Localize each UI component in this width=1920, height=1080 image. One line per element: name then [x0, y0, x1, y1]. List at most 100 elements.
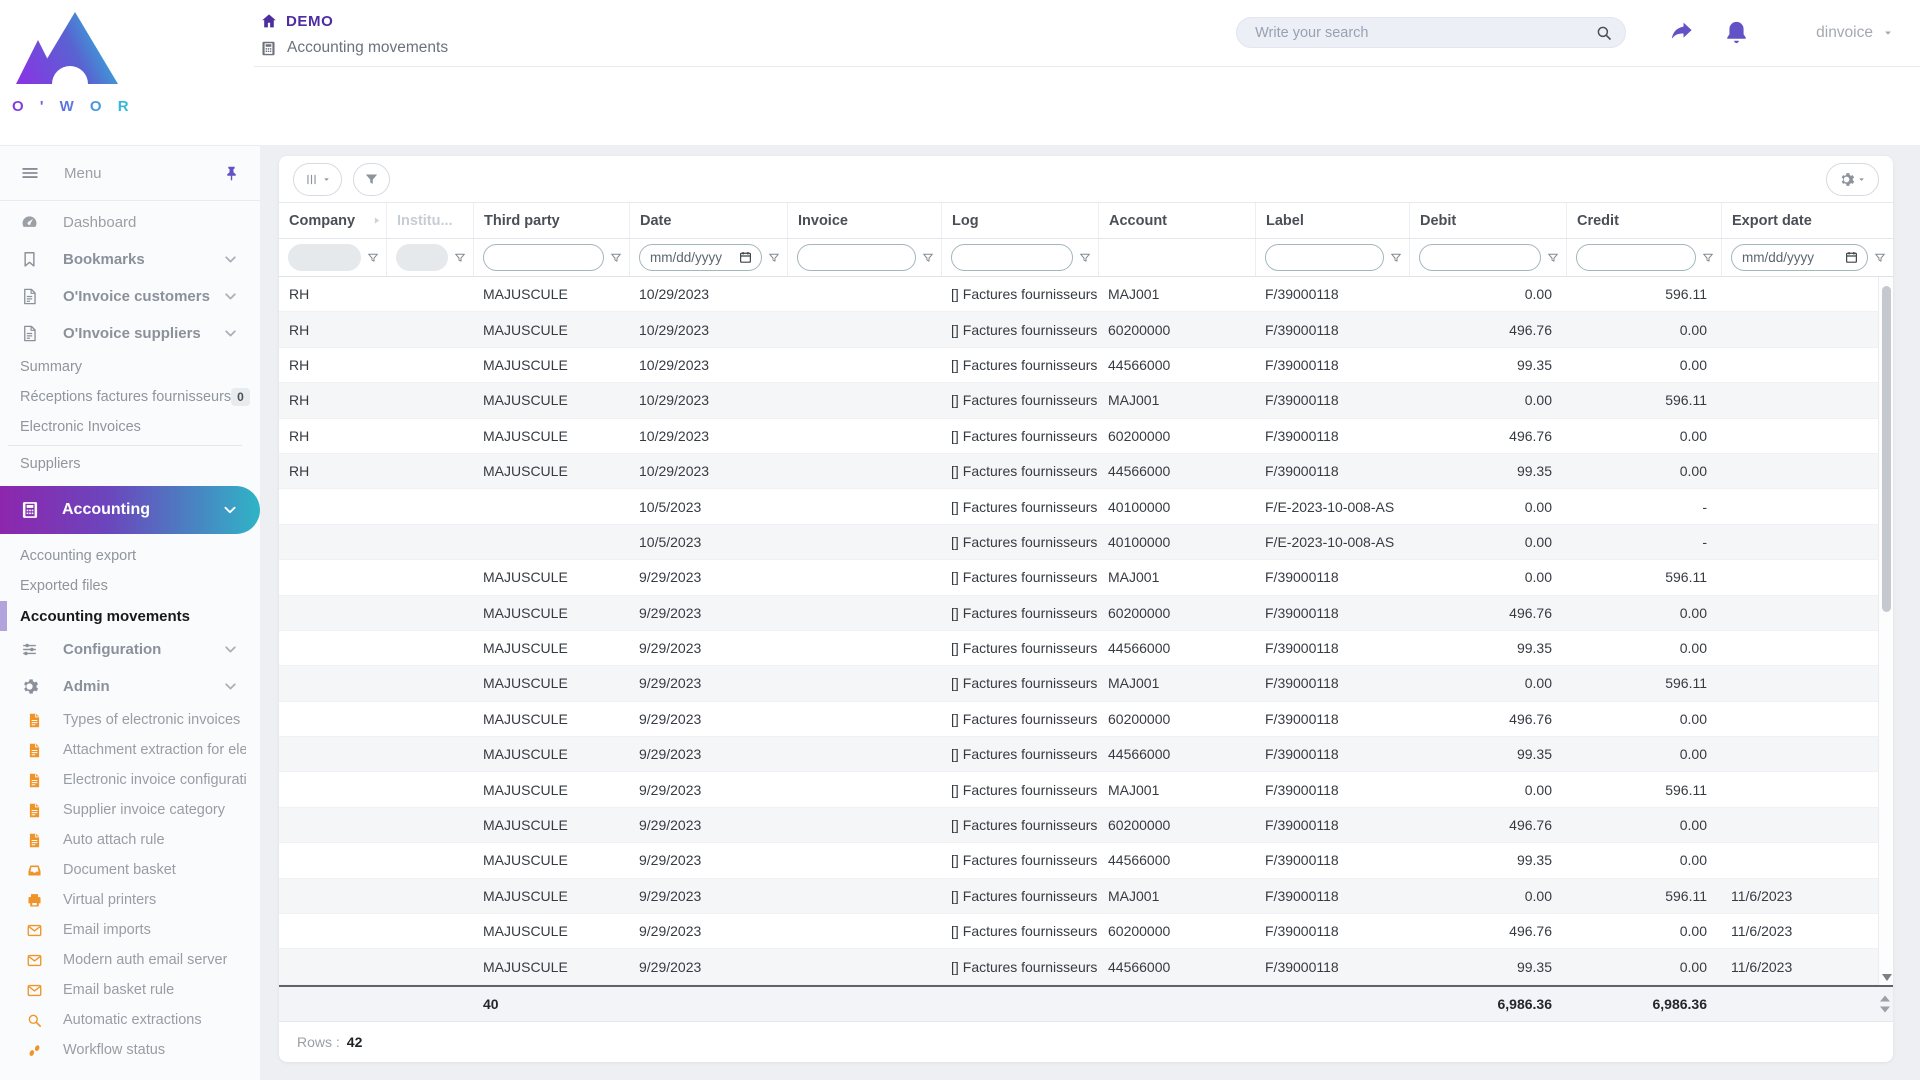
funnel-outline-icon[interactable] — [1078, 251, 1092, 265]
sidebar-item-email-basket-rule[interactable]: Email basket rule — [0, 975, 260, 1005]
sidebar-item-types-of-electronic-invoices[interactable]: Types of electronic invoices — [0, 705, 260, 735]
pin-icon[interactable] — [223, 165, 240, 182]
sidebar-item-r-ceptions-factures-fournisseurs[interactable]: Réceptions factures fournisseurs 0 — [0, 382, 260, 412]
sidebar-item-suppliers[interactable]: Suppliers — [0, 449, 260, 479]
table-row[interactable]: MAJUSCULE 9/29/2023 [] Factures fournisseur… — [279, 949, 1893, 985]
table-row[interactable]: MAJUSCULE 9/29/2023 [] Factures fournisseur… — [279, 914, 1893, 950]
table-row[interactable]: MAJUSCULE 9/29/2023 [] Factures fournisseur… — [279, 666, 1893, 702]
column-header-invoice[interactable]: Invoice — [787, 203, 941, 238]
share-icon[interactable] — [1668, 19, 1695, 46]
table-row[interactable]: RH MAJUSCULE 10/29/2023 [] Factures fourniss… — [279, 419, 1893, 454]
sidebar-item-automatic-extractions[interactable]: Automatic extractions — [0, 1005, 260, 1035]
table-row[interactable]: RH MAJUSCULE 10/29/2023 [] Factures fourniss… — [279, 348, 1893, 384]
table-row[interactable]: MAJUSCULE 9/29/2023 [] Factures fournisseur… — [279, 702, 1893, 738]
label-filter-input[interactable] — [1265, 244, 1384, 271]
column-header-debit[interactable]: Debit — [1409, 203, 1566, 238]
sidebar-item-document-basket[interactable]: Document basket — [0, 855, 260, 885]
user-menu[interactable]: dinvoice — [1816, 24, 1895, 42]
table-row[interactable]: MAJUSCULE 9/29/2023 [] Factures fournisseur… — [279, 878, 1893, 915]
search-icon[interactable] — [1595, 24, 1613, 42]
column-header-label[interactable]: Label — [1255, 203, 1409, 238]
scroll-down-icon[interactable] — [1882, 974, 1892, 981]
table-row[interactable]: RH MAJUSCULE 10/29/2023 [] Factures fourniss… — [279, 277, 1893, 313]
date-placeholder: mm/dd/yyyy — [650, 250, 723, 265]
column-header-company[interactable]: Company — [279, 203, 386, 238]
invoice-filter-input[interactable] — [797, 244, 916, 271]
sidebar-item-dashboard[interactable]: Dashboard — [0, 204, 260, 241]
filter-button[interactable] — [353, 162, 390, 196]
column-header-export_date[interactable]: Export date — [1721, 203, 1893, 238]
column-header-account[interactable]: Account — [1098, 203, 1255, 238]
table-settings-button[interactable] — [1826, 162, 1879, 196]
columns-button[interactable] — [293, 162, 342, 196]
funnel-outline-icon[interactable] — [1701, 251, 1715, 265]
table-row[interactable]: MAJUSCULE 9/29/2023 [] Factures fournisseur… — [279, 772, 1893, 808]
table-row[interactable]: 10/5/2023 [] Factures fournisseurs 40100000… — [279, 489, 1893, 525]
funnel-outline-icon[interactable] — [1546, 251, 1560, 265]
funnel-outline-icon[interactable] — [366, 251, 380, 265]
column-header-log[interactable]: Log — [941, 203, 1098, 238]
table-row[interactable]: MAJUSCULE 9/29/2023 [] Factures fournisseur… — [279, 843, 1893, 879]
date-date-filter[interactable]: mm/dd/yyyy — [639, 244, 762, 271]
brand-wordmark: O ' W O R K — [12, 98, 162, 115]
sidebar-item-bookmarks[interactable]: Bookmarks — [0, 241, 260, 278]
scroll-up-icon[interactable] — [1880, 995, 1890, 1002]
sidebar-item-accounting[interactable]: Accounting — [0, 486, 260, 534]
scroll-down-icon[interactable] — [1880, 1006, 1890, 1013]
calendar-icon[interactable] — [738, 250, 753, 265]
table-row[interactable]: MAJUSCULE 9/29/2023 [] Factures fournisseur… — [279, 631, 1893, 667]
sidebar-item-supplier-invoice-category[interactable]: Supplier invoice category — [0, 795, 260, 825]
table-row[interactable]: MAJUSCULE 9/29/2023 [] Factures fournisseur… — [279, 807, 1893, 844]
app-breadcrumb[interactable]: DEMO — [260, 12, 448, 30]
sidebar-item-o-invoice-customers[interactable]: O'Invoice customers — [0, 278, 260, 315]
sidebar-menu-toggle[interactable]: Menu — [0, 145, 260, 201]
main-content: Company Institu... Third party Date Invoice L… — [260, 145, 1920, 1080]
table-row[interactable]: RH MAJUSCULE 10/29/2023 [] Factures fourniss… — [279, 383, 1893, 419]
calendar-icon[interactable] — [1844, 250, 1859, 265]
table-row[interactable]: MAJUSCULE 9/29/2023 [] Factures fournisseur… — [279, 737, 1893, 773]
vertical-scrollbar[interactable] — [1878, 277, 1893, 985]
sidebar-item-email-imports[interactable]: Email imports — [0, 915, 260, 945]
sidebar-item-configuration[interactable]: Configuration — [0, 631, 260, 668]
credit-filter-input[interactable] — [1576, 244, 1696, 271]
funnel-outline-icon[interactable] — [767, 251, 781, 265]
column-header-date[interactable]: Date — [629, 203, 787, 238]
table-row[interactable]: 10/5/2023 [] Factures fournisseurs 40100000… — [279, 524, 1893, 561]
envelope-icon — [27, 954, 42, 966]
sidebar-item-exported-files[interactable]: Exported files — [0, 571, 260, 601]
export_date-date-filter[interactable]: mm/dd/yyyy — [1731, 244, 1868, 271]
search-input[interactable] — [1255, 24, 1596, 41]
column-header-institution[interactable]: Institu... — [386, 203, 473, 238]
sidebar-item-electronic-invoice-configuration[interactable]: Electronic invoice configuration — [0, 765, 260, 795]
sidebar-item-admin[interactable]: Admin — [0, 668, 260, 705]
table-row[interactable]: MAJUSCULE 9/29/2023 [] Factures fournisseur… — [279, 560, 1893, 596]
scrollbar-thumb[interactable] — [1882, 286, 1891, 612]
log-filter-input[interactable] — [951, 244, 1073, 271]
sidebar-item-accounting-export[interactable]: Accounting export — [0, 541, 260, 571]
debit-filter-input[interactable] — [1419, 244, 1541, 271]
log-book-icon: [] — [951, 923, 959, 940]
funnel-outline-icon[interactable] — [1873, 251, 1887, 265]
sidebar-item-accounting-movements[interactable]: Accounting movements — [0, 601, 260, 631]
sidebar-item-modern-auth-email-server[interactable]: Modern auth email server — [0, 945, 260, 975]
tri-right-icon[interactable] — [370, 214, 383, 227]
column-header-credit[interactable]: Credit — [1566, 203, 1721, 238]
funnel-outline-icon[interactable] — [609, 251, 623, 265]
funnel-outline-icon[interactable] — [921, 251, 935, 265]
funnel-outline-icon[interactable] — [1389, 251, 1403, 265]
table-row[interactable]: RH MAJUSCULE 10/29/2023 [] Factures fourniss… — [279, 312, 1893, 348]
cell-third_party: MAJUSCULE — [483, 781, 568, 798]
sidebar-item-o-invoice-suppliers[interactable]: O'Invoice suppliers — [0, 315, 260, 352]
funnel-outline-icon[interactable] — [453, 251, 467, 265]
sidebar-item-electronic-invoices[interactable]: Electronic Invoices — [0, 412, 260, 442]
third_party-filter-input[interactable] — [483, 244, 604, 271]
sidebar-item-auto-attach-rule[interactable]: Auto attach rule — [0, 825, 260, 855]
table-row[interactable]: RH MAJUSCULE 10/29/2023 [] Factures fourniss… — [279, 453, 1893, 490]
sidebar-item-virtual-printers[interactable]: Virtual printers — [0, 885, 260, 915]
sidebar-item-workflow-status[interactable]: Workflow status — [0, 1035, 260, 1065]
column-header-third_party[interactable]: Third party — [473, 203, 629, 238]
table-row[interactable]: MAJUSCULE 9/29/2023 [] Factures fournisseur… — [279, 595, 1893, 631]
bell-icon[interactable] — [1723, 19, 1750, 46]
sidebar-item-attachment-extraction-for-electron[interactable]: Attachment extraction for electron — [0, 735, 260, 765]
sidebar-item-summary[interactable]: Summary — [0, 352, 260, 382]
